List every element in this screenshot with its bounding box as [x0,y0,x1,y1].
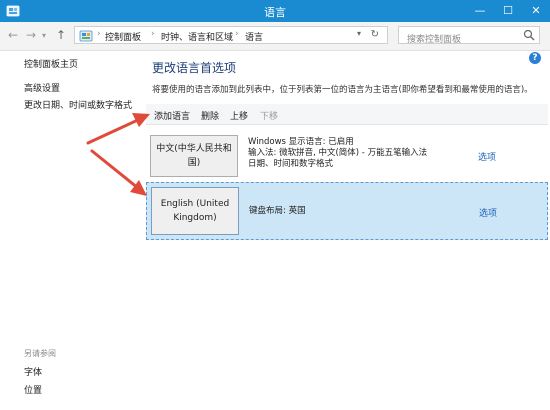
sidebar-link-change-date-time-format[interactable]: 更改日期、时间或数字格式 [24,98,132,111]
breadcrumb-item-language[interactable]: 语言 [245,30,263,43]
language-detail-line: 键盘布局: 英国 [249,206,306,216]
up-arrow-icon[interactable]: ↑ [56,28,66,42]
language-name-button[interactable]: English (United Kingdom) [151,187,239,235]
recent-locations-chevron-icon[interactable]: ▾ [42,31,46,40]
minimize-button[interactable]: — [466,0,494,22]
breadcrumb-separator[interactable]: › [235,29,239,39]
language-list-item[interactable]: 中文(中华人民共和国) Windows 显示语言: 已启用 输入法: 微软拼音,… [146,130,548,180]
title-bar: 语言 — ☐ ✕ [0,0,550,22]
breadcrumb-separator[interactable]: › [151,29,155,39]
options-link[interactable]: 选项 [479,206,497,219]
see-also-heading: 另请参阅 [24,349,56,358]
page-title: 更改语言首选项 [152,61,237,75]
address-bar[interactable]: › 控制面板 › 时钟、语言和区域 › 语言 ▾ ↻ [74,26,388,44]
sidebar: 控制面板主页 高级设置 更改日期、时间或数字格式 另请参阅 字体 位置 [0,50,148,410]
language-toolbar: 添加语言 删除 上移 下移 [146,104,548,125]
sidebar-link-control-panel-home[interactable]: 控制面板主页 [24,57,78,70]
maximize-button[interactable]: ☐ [494,0,522,22]
forward-arrow-icon[interactable]: → [26,28,36,42]
sidebar-link-fonts[interactable]: 字体 [24,365,42,378]
move-down-button: 下移 [260,112,279,122]
language-details: Windows 显示语言: 已启用 输入法: 微软拼音, 中文(简体) - 万能… [248,137,427,170]
help-icon[interactable]: ? [529,52,541,64]
close-button[interactable]: ✕ [522,0,550,22]
sidebar-link-location[interactable]: 位置 [24,383,42,396]
search-icon[interactable] [523,29,535,41]
options-link[interactable]: 选项 [478,150,496,163]
move-up-button[interactable]: 上移 [230,109,248,122]
refresh-icon[interactable]: ↻ [371,29,379,40]
breadcrumb-item-clock-language-region[interactable]: 时钟、语言和区域 [161,30,233,43]
page-description: 将要使用的语言添加到此列表中，位于列表第一位的语言为主语言(即你希望看到和最常使… [152,85,533,95]
language-name-button[interactable]: 中文(中华人民共和国) [150,135,238,177]
control-panel-icon [79,30,93,42]
language-list-item-selected[interactable]: English (United Kingdom) 键盘布局: 英国 选项 [146,182,548,240]
search-box[interactable] [398,26,540,48]
breadcrumb-item-control-panel[interactable]: 控制面板 [105,30,141,43]
language-details: 键盘布局: 英国 [249,206,306,217]
language-detail-line: 日期、时间和数字格式 [248,159,334,169]
remove-language-button[interactable]: 删除 [201,109,219,122]
sidebar-link-advanced-settings[interactable]: 高级设置 [24,81,60,94]
search-input[interactable] [405,32,527,48]
language-detail-line: Windows 显示语言: 已启用 [248,137,354,147]
breadcrumb-separator: › [97,29,101,39]
address-dropdown-icon[interactable]: ▾ [357,29,361,38]
add-language-button[interactable]: 添加语言 [154,109,190,122]
language-detail-line: 输入法: 微软拼音, 中文(简体) - 万能五笔输入法 [248,148,428,158]
back-arrow-icon[interactable]: ← [8,28,18,42]
